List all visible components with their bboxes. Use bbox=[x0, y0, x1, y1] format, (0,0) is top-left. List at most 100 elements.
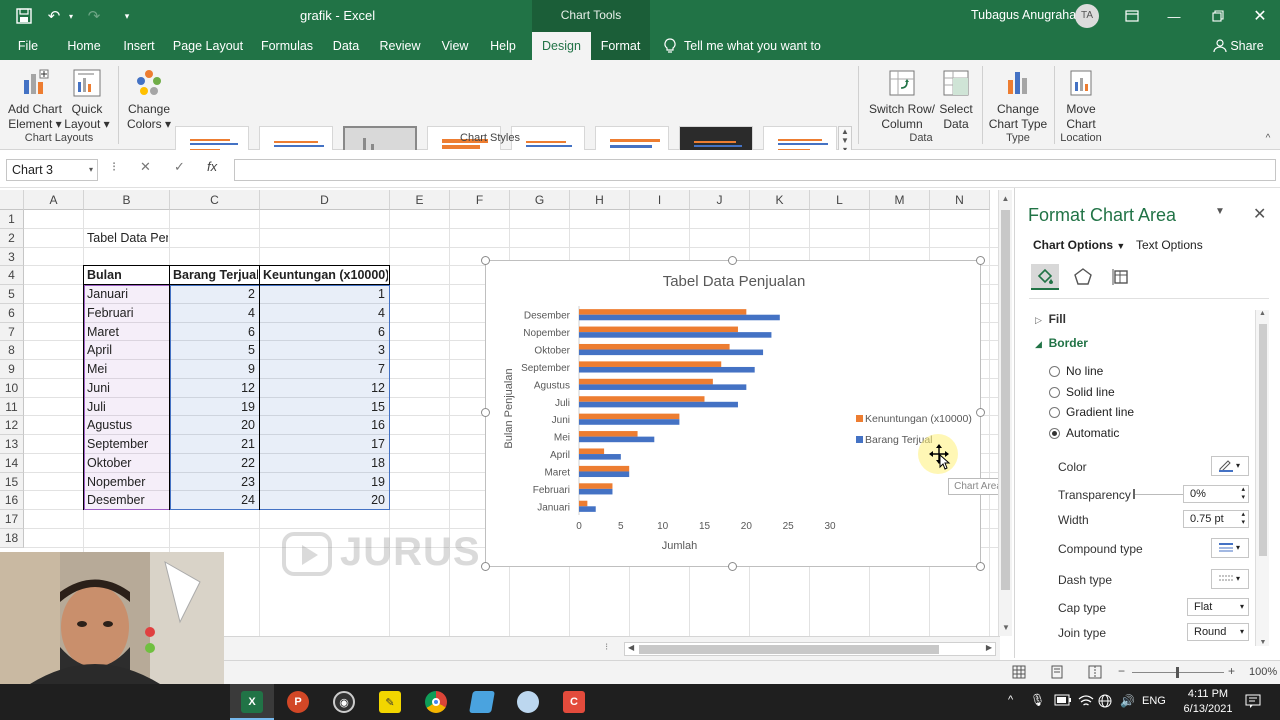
resize-handle[interactable] bbox=[481, 562, 490, 571]
size-properties-icon[interactable] bbox=[1107, 264, 1135, 290]
table-cell[interactable]: 12 bbox=[173, 379, 258, 398]
vertical-scrollbar[interactable]: ▲ ▼ bbox=[998, 190, 1012, 636]
bar-barang-terjual[interactable] bbox=[579, 366, 755, 373]
wifi-icon[interactable] bbox=[1078, 694, 1094, 711]
tab-file[interactable]: File bbox=[8, 32, 48, 60]
table-cell[interactable]: Januari bbox=[87, 285, 168, 304]
bar-barang-terjual[interactable] bbox=[579, 488, 613, 495]
battery-icon[interactable] bbox=[1054, 694, 1072, 709]
customize-toolbar-icon[interactable]: ▾ bbox=[120, 8, 134, 24]
width-input[interactable]: 0.75 pt ▴ ▾ bbox=[1183, 510, 1249, 528]
fill-line-icon[interactable] bbox=[1031, 264, 1059, 290]
y-axis-title[interactable]: Bulan Penjualan bbox=[503, 368, 515, 448]
scroll-thumb[interactable] bbox=[1001, 210, 1010, 590]
row-header[interactable]: 6 bbox=[0, 303, 24, 323]
bar-barang-terjual[interactable] bbox=[579, 332, 772, 338]
name-box[interactable]: Chart 3 ▾ bbox=[6, 159, 98, 181]
table-cell[interactable]: Juli bbox=[87, 398, 168, 417]
row-header[interactable]: 9 bbox=[0, 360, 24, 379]
table-header[interactable]: Keuntungan (x10000) bbox=[263, 266, 388, 285]
table-cell[interactable]: Maret bbox=[87, 323, 168, 342]
table-cell[interactable]: 4 bbox=[173, 304, 258, 323]
change-colors-button[interactable]: Change Colors ▾ bbox=[124, 68, 174, 132]
switch-row-column-button[interactable]: Switch Row/ Column bbox=[866, 68, 938, 132]
pane-options-dropdown[interactable]: ▼ bbox=[1215, 206, 1225, 217]
row-header[interactable]: 7 bbox=[0, 322, 24, 342]
transparency-input[interactable]: 0% ▴ ▾ bbox=[1183, 485, 1249, 503]
language-indicator[interactable]: ENG bbox=[1142, 695, 1166, 707]
zoom-in-icon[interactable]: + bbox=[1228, 664, 1235, 678]
table-cell[interactable]: Juni bbox=[87, 379, 168, 398]
globe-icon[interactable] bbox=[1098, 694, 1112, 711]
ribbon-display-icon[interactable] bbox=[1110, 0, 1154, 32]
column-header[interactable]: L bbox=[810, 190, 870, 210]
row-header[interactable]: 8 bbox=[0, 341, 24, 360]
horizontal-scrollbar[interactable]: ◀ ▶ bbox=[624, 642, 996, 656]
row-header[interactable]: 15 bbox=[0, 472, 24, 492]
table-header[interactable]: Barang Terjual bbox=[173, 266, 258, 285]
column-header[interactable]: A bbox=[24, 190, 84, 210]
row-header[interactable]: 13 bbox=[0, 435, 24, 454]
row-header[interactable]: 18 bbox=[0, 528, 24, 548]
table-cell[interactable]: 22 bbox=[173, 454, 258, 473]
table-cell[interactable]: 24 bbox=[173, 491, 258, 510]
tab-text-options[interactable]: Text Options bbox=[1136, 238, 1203, 252]
microphone-icon[interactable]: 🎙 bbox=[1030, 693, 1045, 707]
page-layout-view-icon[interactable] bbox=[1050, 665, 1064, 682]
table-cell[interactable]: 16 bbox=[263, 416, 388, 435]
transparency-slider[interactable] bbox=[1133, 494, 1183, 495]
bar-keuntungan[interactable] bbox=[579, 343, 730, 350]
tab-format[interactable]: Format bbox=[591, 32, 650, 60]
zoom-out-icon[interactable]: − bbox=[1118, 664, 1125, 678]
table-cell[interactable]: Mei bbox=[87, 360, 168, 379]
effects-icon[interactable] bbox=[1069, 264, 1097, 290]
normal-view-icon[interactable] bbox=[1012, 665, 1026, 682]
bar-barang-terjual[interactable] bbox=[579, 349, 764, 356]
bar-keuntungan[interactable] bbox=[579, 448, 605, 455]
tab-view[interactable]: View bbox=[436, 32, 474, 60]
row-header[interactable]: 17 bbox=[0, 510, 24, 529]
obs-icon[interactable]: ◉ bbox=[333, 691, 355, 713]
network-app-icon[interactable] bbox=[517, 691, 539, 713]
tab-formulas[interactable]: Formulas bbox=[256, 32, 318, 60]
row-header[interactable]: 12 bbox=[0, 416, 24, 435]
bar-barang-terjual[interactable] bbox=[579, 419, 680, 425]
bar-barang-terjual[interactable] bbox=[579, 436, 655, 443]
share-icon[interactable] bbox=[1212, 37, 1228, 55]
tray-chevron-icon[interactable]: ^ bbox=[1008, 694, 1013, 706]
undo-dropdown-icon[interactable]: ▾ bbox=[66, 9, 76, 23]
radio-circle[interactable] bbox=[1049, 406, 1060, 418]
row-header[interactable]: 3 bbox=[0, 247, 24, 267]
bar-barang-terjual[interactable] bbox=[579, 454, 621, 460]
row-header[interactable]: 14 bbox=[0, 453, 24, 473]
radio-circle[interactable] bbox=[1049, 365, 1060, 377]
dash-type-dropdown[interactable]: ▾ bbox=[1211, 569, 1249, 589]
column-header[interactable]: G bbox=[510, 190, 570, 210]
close-button[interactable]: ✕ bbox=[1238, 0, 1280, 32]
column-header[interactable]: N bbox=[930, 190, 990, 210]
resize-handle[interactable] bbox=[976, 562, 985, 571]
row-header[interactable]: 11 bbox=[0, 397, 24, 417]
table-cell[interactable]: 4 bbox=[263, 304, 388, 323]
table-cell[interactable]: 20 bbox=[173, 416, 258, 435]
radio-no-line[interactable]: No line bbox=[1049, 364, 1103, 378]
table-cell[interactable]: 20 bbox=[263, 491, 388, 510]
radio-automatic[interactable]: Automatic bbox=[1049, 426, 1119, 440]
add-chart-element-button[interactable]: Add Chart Element ▾ bbox=[6, 68, 64, 132]
color-picker[interactable]: ▾ bbox=[1211, 456, 1249, 476]
tab-review[interactable]: Review bbox=[374, 32, 426, 60]
minimize-button[interactable]: — bbox=[1152, 0, 1196, 32]
table-cell[interactable]: Agustus bbox=[87, 416, 168, 435]
chart-title[interactable]: Tabel Data Penjualan bbox=[663, 273, 806, 290]
undo-icon[interactable]: ↶ bbox=[44, 7, 64, 25]
table-cell[interactable]: 5 bbox=[173, 341, 258, 360]
tab-page-layout[interactable]: Page Layout bbox=[170, 32, 246, 60]
resize-handle[interactable] bbox=[976, 256, 985, 265]
table-cell[interactable]: 9 bbox=[173, 360, 258, 379]
row-header[interactable]: 16 bbox=[0, 491, 24, 510]
table-cell[interactable]: Desember bbox=[87, 491, 168, 510]
change-chart-type-button[interactable]: Change Chart Type bbox=[988, 68, 1048, 132]
radio-gradient-line[interactable]: Gradient line bbox=[1049, 405, 1134, 419]
zoom-thumb[interactable] bbox=[1176, 667, 1179, 678]
column-header[interactable]: H bbox=[570, 190, 630, 210]
